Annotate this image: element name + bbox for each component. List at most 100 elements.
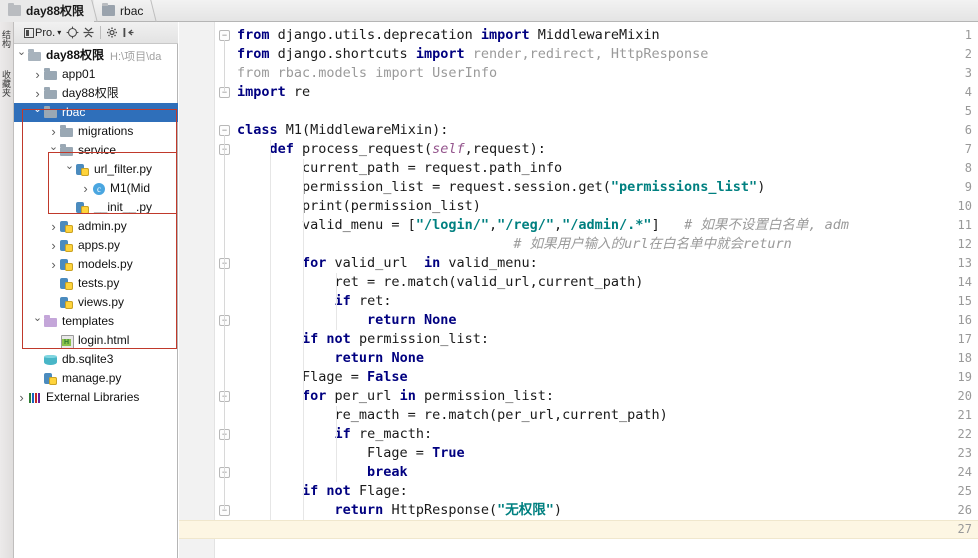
tree-item-label: day88权限: [46, 48, 105, 62]
tree-item-day88权限[interactable]: day88权限 H:\项目\da: [14, 46, 178, 65]
code-line: return None: [237, 349, 424, 368]
breadcrumb-item-rbac[interactable]: rbac: [94, 0, 158, 22]
code-line: re_macth = re.match(per_url,current_path…: [237, 406, 668, 425]
tree-item-label: admin.py: [78, 219, 127, 233]
code-line: if not Flage:: [237, 482, 408, 501]
hide-icon[interactable]: [122, 26, 135, 39]
code-line: from rbac.models import UserInfo: [237, 64, 497, 83]
chevron-right-icon[interactable]: [48, 236, 59, 255]
code-token-kw: import: [480, 27, 538, 43]
code-token-plain: MiddlewareMixin: [537, 27, 660, 43]
chevron-right-icon[interactable]: [32, 65, 43, 84]
tree-item-label: apps.py: [78, 238, 121, 252]
code-line: import re: [237, 83, 310, 102]
code-token-plain: permission_list:: [358, 331, 489, 347]
code-token-kw: break: [367, 464, 408, 480]
settings-icon[interactable]: [106, 26, 119, 39]
locate-icon[interactable]: [66, 26, 79, 39]
indent-guide: [336, 273, 337, 330]
chevron-down-icon[interactable]: [16, 46, 27, 65]
code-token-plain: ret = re.match(valid_url,current_path): [237, 274, 644, 290]
code-editor[interactable]: 1 2 3 4 5 6 7 8 9 10 11 12 13 14 15 16 17 18 19 20 21 22 23 24 2…: [179, 22, 978, 558]
tree-item-templates[interactable]: templates: [14, 312, 178, 331]
tree-item-External Libraries[interactable]: External Libraries: [14, 388, 178, 407]
breadcrumb-item-day88权限[interactable]: day88权限: [0, 0, 98, 22]
code-line: Flage = False: [237, 368, 408, 387]
line-number-gutter: [179, 22, 215, 558]
code-line: Flage = True: [237, 444, 465, 463]
folder-src-icon: [59, 143, 74, 158]
tree-item-apps.py[interactable]: apps.py: [14, 236, 178, 255]
tree-item-migrations[interactable]: migrations: [14, 122, 178, 141]
chevron-right-icon[interactable]: [16, 388, 27, 407]
py-icon: [59, 295, 74, 310]
code-line: if ret:: [237, 292, 392, 311]
chevron-right-icon[interactable]: [48, 217, 59, 236]
tree-item-app01[interactable]: app01: [14, 65, 178, 84]
chevron-right-icon[interactable]: [80, 179, 91, 198]
code-token-plain: permission_list = request.session.get(: [237, 179, 611, 195]
tree-item-M1(Mid[interactable]: M1(Mid: [14, 179, 178, 198]
tree-item-label: M1(Mid: [110, 181, 151, 195]
tree-item-url_filter.py[interactable]: url_filter.py: [14, 160, 178, 179]
directory-icon: [102, 3, 116, 16]
html-icon: [59, 333, 74, 349]
tree-item-login.html[interactable]: login.html: [14, 331, 178, 350]
code-token-str: "/login/": [415, 217, 489, 233]
chevron-down-icon[interactable]: [64, 160, 75, 179]
folder-src-icon: [43, 86, 58, 101]
tree-item-rbac[interactable]: rbac: [14, 103, 178, 122]
chevron-down-icon[interactable]: [32, 312, 43, 331]
code-token-plain: ,: [554, 217, 563, 233]
code-line: ret = re.match(valid_url,current_path): [237, 273, 644, 292]
tree-item-admin.py[interactable]: admin.py: [14, 217, 178, 236]
tool-window-button-结构[interactable]: 结构: [0, 28, 13, 50]
code-line: current_path = request.path_info: [237, 159, 562, 178]
project-view-selector[interactable]: Pro. ▾: [20, 24, 63, 42]
fold-connector: [224, 40, 225, 91]
collapse-all-icon[interactable]: [82, 26, 95, 39]
code-token-str: "permissions_list": [610, 179, 758, 195]
py-icon: [75, 200, 90, 215]
code-token-plain: re: [293, 84, 311, 100]
chevron-right-icon[interactable]: [48, 122, 59, 141]
code-token-plain: M1(MiddlewareMixin):: [285, 122, 449, 138]
tree-item-label: manage.py: [62, 371, 122, 385]
code-token-plain: print(permission_list): [237, 198, 481, 214]
tree-item-models.py[interactable]: models.py: [14, 255, 178, 274]
fold-connector: [224, 439, 225, 471]
tree-item-label: rbac: [62, 105, 86, 119]
tree-item-tests.py[interactable]: tests.py: [14, 274, 178, 293]
project-tree[interactable]: day88权限 H:\项目\da app01 day88权限 rbac migration…: [14, 44, 178, 558]
tree-item-manage.py[interactable]: manage.py: [14, 369, 178, 388]
chevron-right-icon[interactable]: [32, 84, 43, 103]
tree-item-db.sqlite3[interactable]: db.sqlite3: [14, 350, 178, 369]
tree-item-label: app01: [62, 67, 96, 81]
tree-item-label: service: [78, 143, 117, 157]
code-line: class M1(MiddlewareMixin):: [237, 121, 448, 140]
chevron-down-icon[interactable]: [32, 103, 43, 122]
code-text[interactable]: from django.utils.deprecation import Mid…: [237, 22, 978, 558]
code-token-plain: valid_menu = [: [237, 217, 416, 233]
tree-item-day88权限[interactable]: day88权限: [14, 84, 178, 103]
breadcrumb: day88权限 rbac: [0, 0, 978, 22]
tree-item-service[interactable]: service: [14, 141, 178, 160]
tree-item-__init__.py[interactable]: __init__.py: [14, 198, 178, 217]
project-path-hint: H:\项目\da: [110, 50, 162, 63]
code-token-kw: def: [269, 141, 303, 157]
tree-item-views.py[interactable]: views.py: [14, 293, 178, 312]
chevron-down-icon[interactable]: ▾: [57, 28, 61, 37]
chevron-right-icon[interactable]: [48, 255, 59, 274]
code-token-plain: HttpResponse(: [391, 502, 498, 518]
code-token-kw: from: [237, 46, 278, 62]
code-line: print(permission_list): [237, 197, 481, 216]
chevron-down-icon[interactable]: [48, 141, 59, 160]
folder-dir-icon: [27, 48, 42, 63]
code-line: valid_menu = ["/login/","/reg/","/admin/…: [237, 216, 849, 235]
tool-window-button-收藏夹[interactable]: 收藏夹: [0, 68, 13, 99]
folder-icon: [8, 3, 21, 16]
